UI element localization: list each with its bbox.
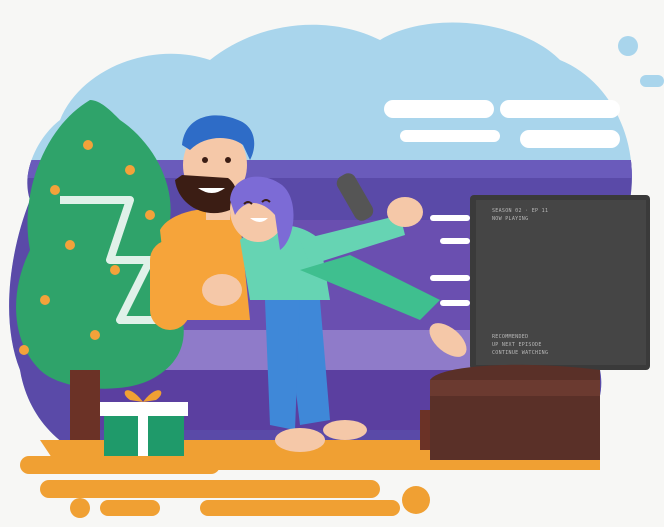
tv-screen-line: UP NEXT EPISODE: [492, 342, 542, 348]
tv-stand: [430, 364, 600, 460]
tv-screen-line: SEASON 02 · EP 11: [492, 208, 548, 214]
woman-hand: [387, 197, 423, 227]
television-icon: SEASON 02 · EP 11 NOW PLAYING RECOMMENDE…: [470, 195, 650, 370]
tv-screen-line: RECOMMENDED: [492, 334, 528, 340]
tv-screen-line: CONTINUE WATCHING: [492, 350, 548, 356]
tv-screen-line: NOW PLAYING: [492, 216, 528, 222]
man-hand: [202, 274, 242, 306]
couple-watching-tv-illustration: SEASON 02 · EP 11 NOW PLAYING RECOMMENDE…: [9, 22, 664, 518]
